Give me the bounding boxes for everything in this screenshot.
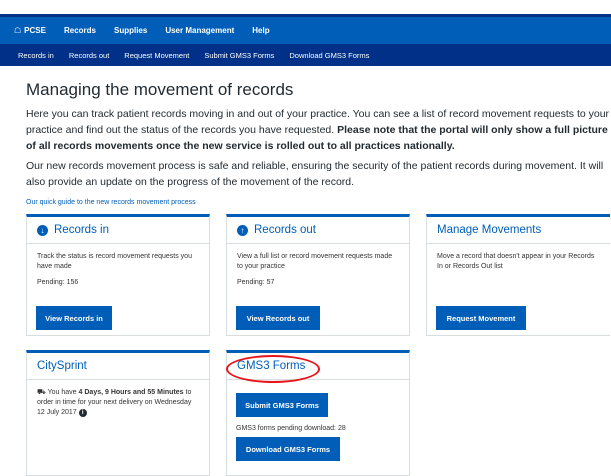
card-header: CitySprint	[27, 353, 209, 380]
card-body: Move a record that doesn't appear in you…	[427, 244, 610, 280]
card-description: View a full list or record movement requ…	[237, 253, 393, 270]
card-header: ↑ Records out	[227, 217, 409, 244]
quick-guide-link[interactable]: Our quick guide to the new records movem…	[26, 199, 196, 206]
nav-item-label: Supplies	[113, 26, 148, 35]
nav-item-label: PCSE	[24, 26, 46, 35]
card-body: ⛟ You have 4 Days, 9 Hours and 55 Minute…	[27, 380, 209, 426]
view-records-out-button[interactable]: View Records out	[236, 306, 320, 330]
pending-count: Pending: 57	[237, 279, 275, 286]
info-icon[interactable]: i	[78, 409, 87, 417]
card-manage-movements: Manage Movements Move a record that does…	[426, 214, 610, 336]
card-header: ↓ Records in	[27, 217, 209, 244]
pending-count: Pending: 156	[37, 279, 79, 286]
subnav-records-in[interactable]: Records in	[18, 51, 54, 60]
view-records-in-button[interactable]: View Records in	[36, 306, 112, 330]
card-title: Manage Movements	[437, 224, 542, 236]
nav-item-records[interactable]: Records	[64, 26, 96, 35]
card-description: Move a record that doesn't appear in you…	[437, 253, 595, 270]
request-movement-button[interactable]: Request Movement	[436, 306, 526, 330]
delivery-text-before: You have	[47, 389, 77, 396]
subnav-records-out[interactable]: Records out	[69, 51, 109, 60]
card-records-out: ↑ Records out View a full list or record…	[226, 214, 410, 336]
nav-item-label: Help	[252, 26, 270, 35]
intro-paragraph: Here you can track patient records movin…	[26, 106, 611, 154]
download-gms3-forms-button[interactable]: Download GMS3 Forms	[236, 437, 340, 461]
card-body: View a full list or record movement requ…	[227, 244, 409, 296]
nav-item-label: User Management	[165, 26, 235, 35]
truck-icon: ⛟	[37, 389, 46, 396]
card-description: Track the status is record movement requ…	[37, 253, 192, 270]
arrow-down-circle-icon: ↓	[37, 224, 48, 236]
nav-item-supplies[interactable]: Supplies	[114, 26, 147, 35]
main-nav: ☖ PCSE Records Supplies User Management …	[0, 14, 611, 44]
page-title: Managing the movement of records	[26, 80, 294, 99]
card-title: CitySprint	[37, 360, 87, 372]
card-title: Records out	[254, 224, 317, 236]
card-title: Records in	[54, 224, 109, 236]
card-citysprint: CitySprint ⛟ You have 4 Days, 9 Hours an…	[26, 350, 210, 476]
subnav-request-movement[interactable]: Request Movement	[124, 51, 189, 60]
sub-nav: Records in Records out Request Movement …	[0, 44, 611, 66]
card-body: Track the status is record movement requ…	[27, 244, 209, 296]
subnav-download-gms3[interactable]: Download GMS3 Forms	[289, 51, 369, 60]
submit-gms3-forms-button[interactable]: Submit GMS3 Forms	[236, 393, 328, 417]
nav-item-user-management[interactable]: User Management	[165, 26, 234, 35]
arrow-up-circle-icon: ↑	[237, 224, 248, 236]
card-records-in: ↓ Records in Track the status is record …	[26, 214, 210, 336]
top-whitespace	[0, 0, 611, 14]
process-paragraph: Our new records movement process is safe…	[26, 160, 604, 188]
highlight-annotation-ellipse	[226, 355, 320, 383]
nav-item-label: Records	[63, 26, 96, 35]
subnav-submit-gms3[interactable]: Submit GMS3 Forms	[204, 51, 274, 60]
gms3-pending-count: GMS3 forms pending download: 28	[236, 425, 346, 432]
card-header: Manage Movements	[427, 217, 610, 244]
delivery-countdown: 4 Days, 9 Hours and 55 Minutes	[78, 389, 184, 396]
nav-item-pcse[interactable]: ☖ PCSE	[14, 26, 46, 35]
nav-item-help[interactable]: Help	[252, 26, 269, 35]
home-icon: ☖	[14, 26, 22, 35]
